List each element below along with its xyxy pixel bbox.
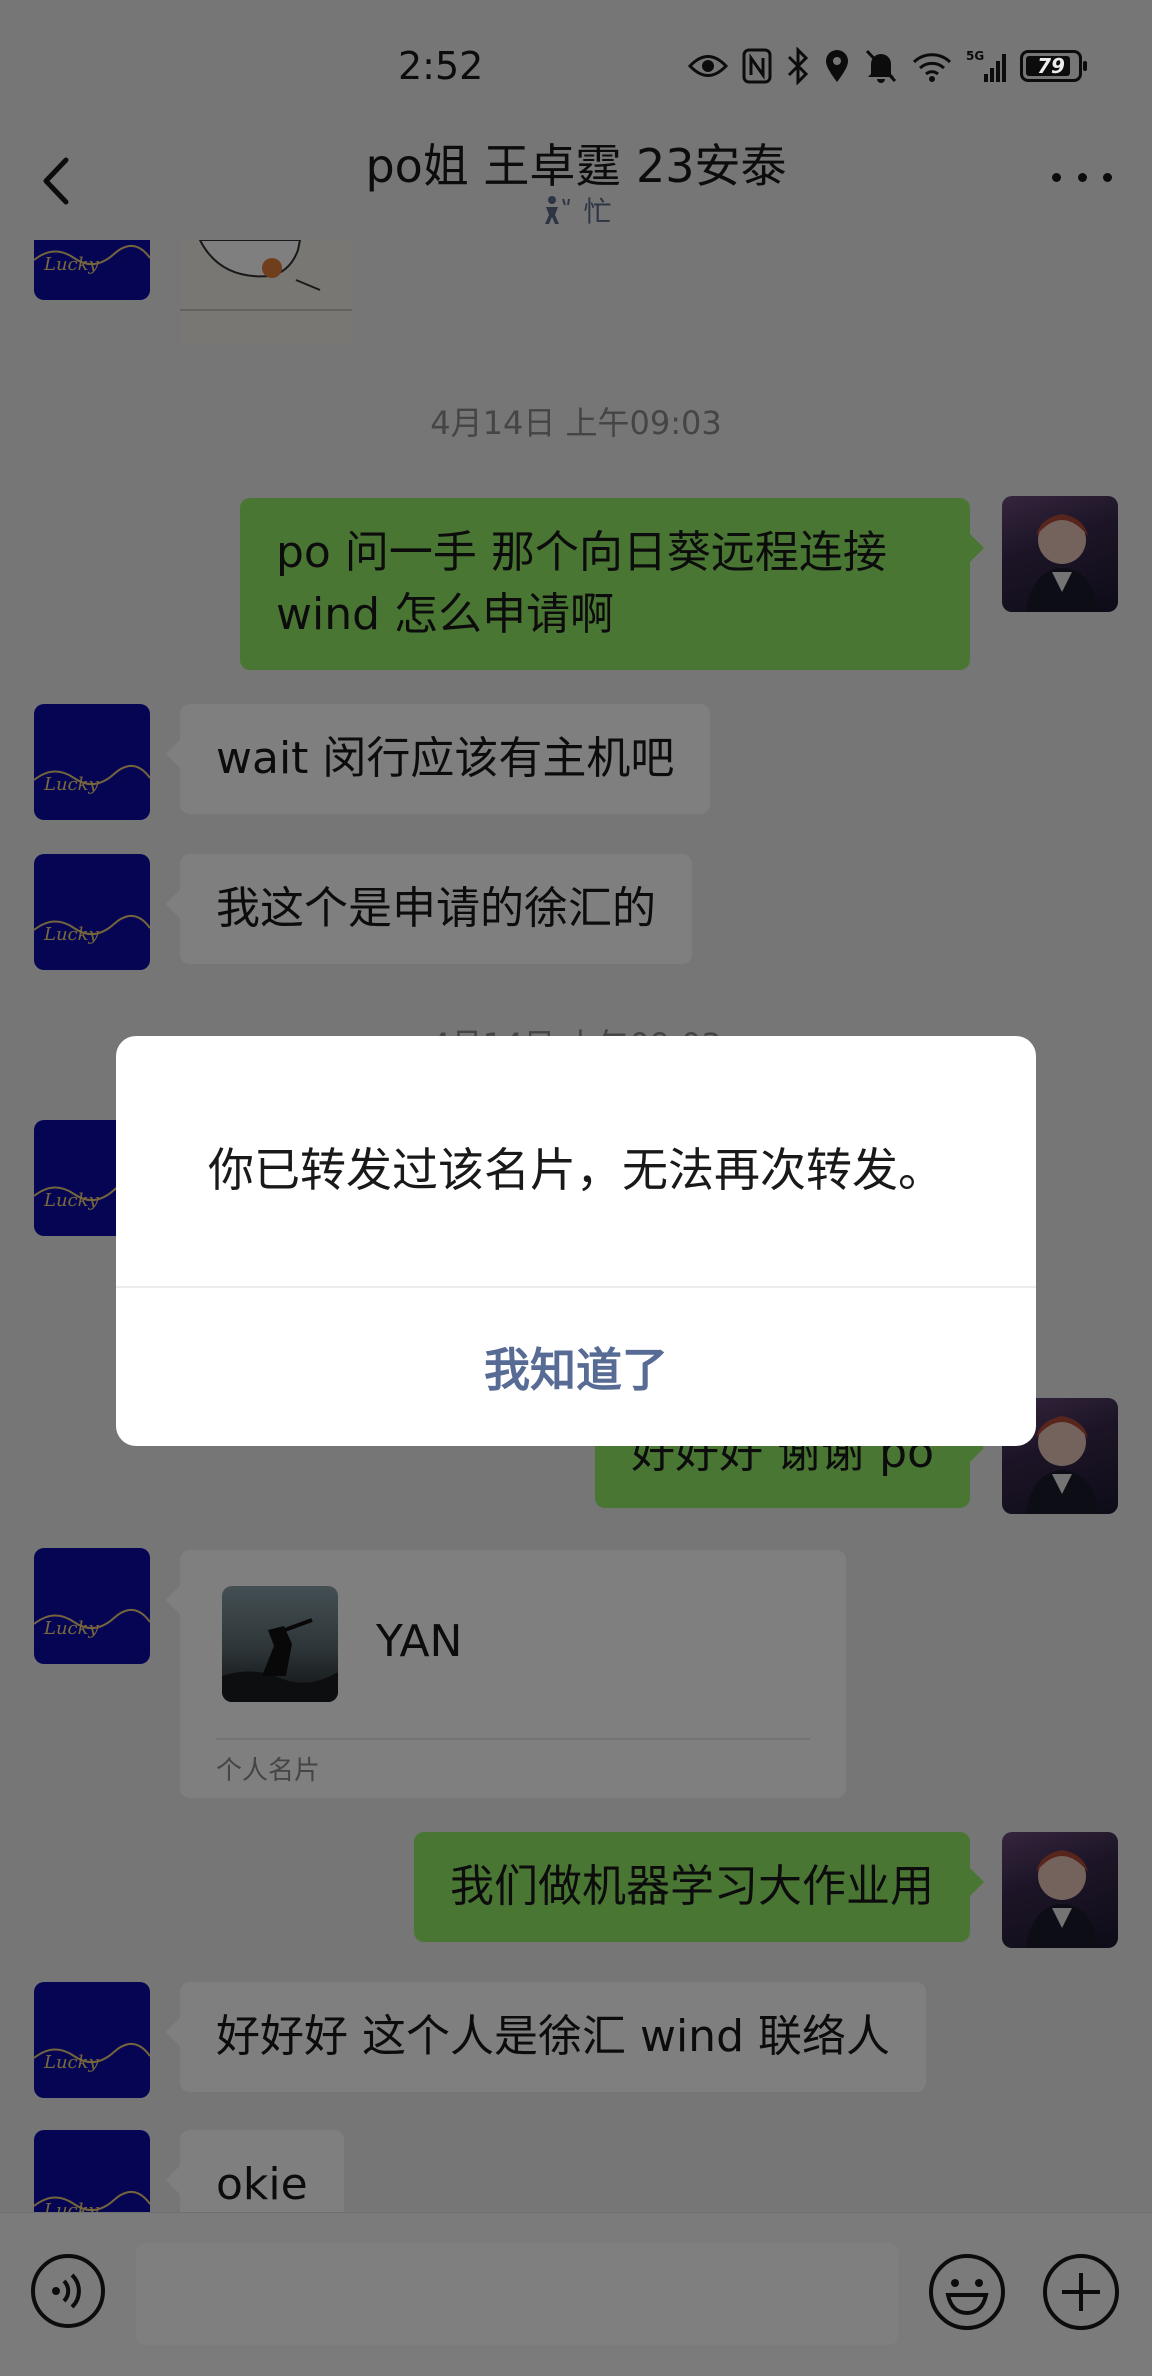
chat-screen: 2:52 5G 79 po姐 王卓霆 23安泰 忙 Lucky — [0, 0, 1152, 2376]
alert-dialog: 你已转发过该名片，无法再次转发。 我知道了 — [116, 1036, 1036, 1446]
dialog-confirm-button[interactable]: 我知道了 — [116, 1288, 1036, 1446]
dialog-message: 你已转发过该名片，无法再次转发。 — [208, 1143, 944, 1197]
battery-level: 79 — [1037, 54, 1065, 78]
